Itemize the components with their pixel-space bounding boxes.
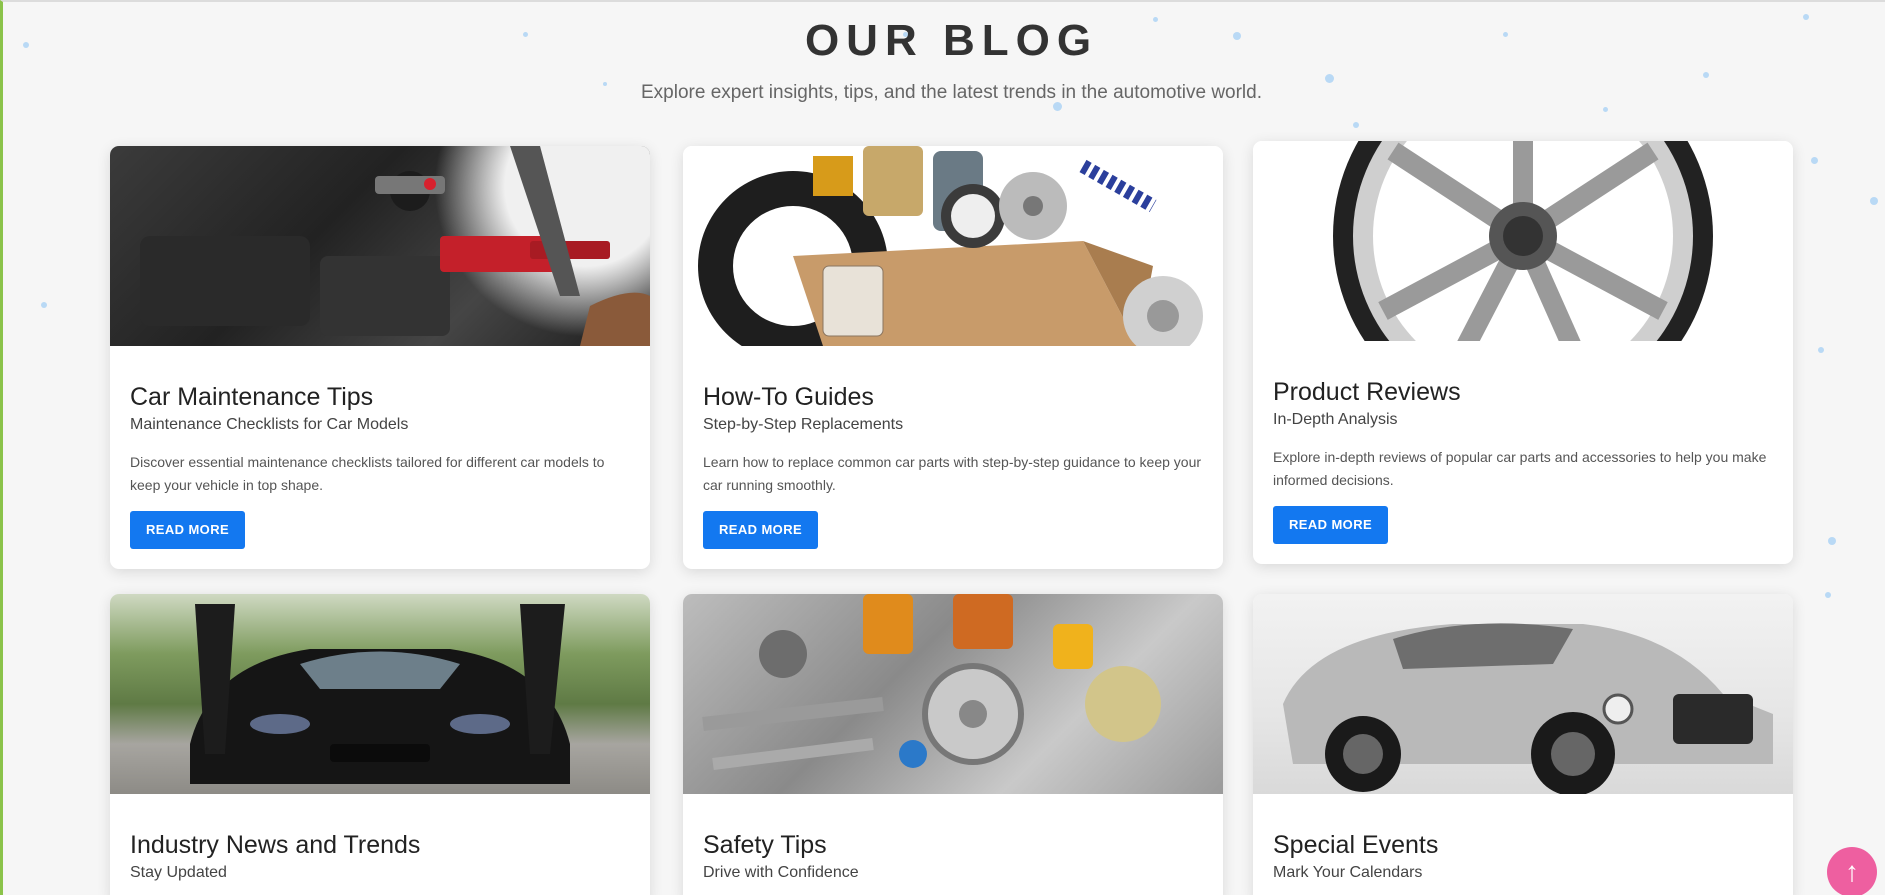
particle-dot xyxy=(1603,107,1608,112)
blog-card-reviews: Product Reviews In-Depth Analysis Explor… xyxy=(1253,141,1793,564)
particle-dot xyxy=(41,302,47,308)
card-image-parts-box xyxy=(683,146,1223,346)
page-subtitle: Explore expert insights, tips, and the l… xyxy=(641,82,1262,103)
blog-card-special-events: Special Events Mark Your Calendars xyxy=(1253,594,1793,895)
card-subtitle: Step-by-Step Replacements xyxy=(703,416,904,433)
card-title: Special Events xyxy=(1273,831,1439,859)
particle-dot xyxy=(1703,72,1709,78)
card-description: Explore in-depth reviews of popular car … xyxy=(1273,449,1767,488)
blog-card-howto: How-To Guides Step-by-Step Replacements … xyxy=(683,146,1223,569)
particle-dot xyxy=(1811,157,1818,164)
card-title: How-To Guides xyxy=(703,383,874,411)
blog-page: OUR BLOG Explore expert insights, tips, … xyxy=(0,0,1885,895)
card-subtitle: Maintenance Checklists for Car Models xyxy=(130,416,409,433)
card-image-supercar xyxy=(110,594,650,794)
card-subtitle: Mark Your Calendars xyxy=(1273,864,1423,881)
read-more-button[interactable]: READ MORE xyxy=(1273,506,1389,544)
scroll-to-top-button[interactable]: ↑ xyxy=(1827,847,1877,895)
arrow-up-icon: ↑ xyxy=(1845,856,1859,887)
card-image-tools xyxy=(683,594,1223,794)
card-subtitle: Stay Updated xyxy=(130,864,227,881)
card-image-bentley xyxy=(1253,594,1793,794)
card-title: Industry News and Trends xyxy=(130,831,421,859)
blog-card-maintenance: Car Maintenance Tips Maintenance Checkli… xyxy=(110,146,650,569)
card-title: Car Maintenance Tips xyxy=(130,383,374,411)
blog-card-safety: Safety Tips Drive with Confidence xyxy=(683,594,1223,895)
blog-card-industry-news: Industry News and Trends Stay Updated xyxy=(110,594,650,895)
card-description: Discover essential maintenance checklist… xyxy=(130,454,605,493)
read-more-button[interactable]: READ MORE xyxy=(703,511,819,549)
card-title: Safety Tips xyxy=(703,831,827,859)
card-image-wheel xyxy=(1253,141,1793,341)
card-subtitle: Drive with Confidence xyxy=(703,864,859,881)
particle-dot xyxy=(1818,347,1824,353)
particle-dot xyxy=(1353,122,1359,128)
card-title: Product Reviews xyxy=(1273,378,1461,406)
card-subtitle: In-Depth Analysis xyxy=(1273,411,1398,428)
card-image-engine xyxy=(110,146,650,346)
page-title: OUR BLOG xyxy=(804,16,1099,65)
read-more-button[interactable]: READ MORE xyxy=(130,511,246,549)
particle-dot xyxy=(1870,197,1878,205)
particle-dot xyxy=(1825,592,1831,598)
card-description: Learn how to replace common car parts wi… xyxy=(703,454,1202,493)
particle-dot xyxy=(1828,537,1836,545)
